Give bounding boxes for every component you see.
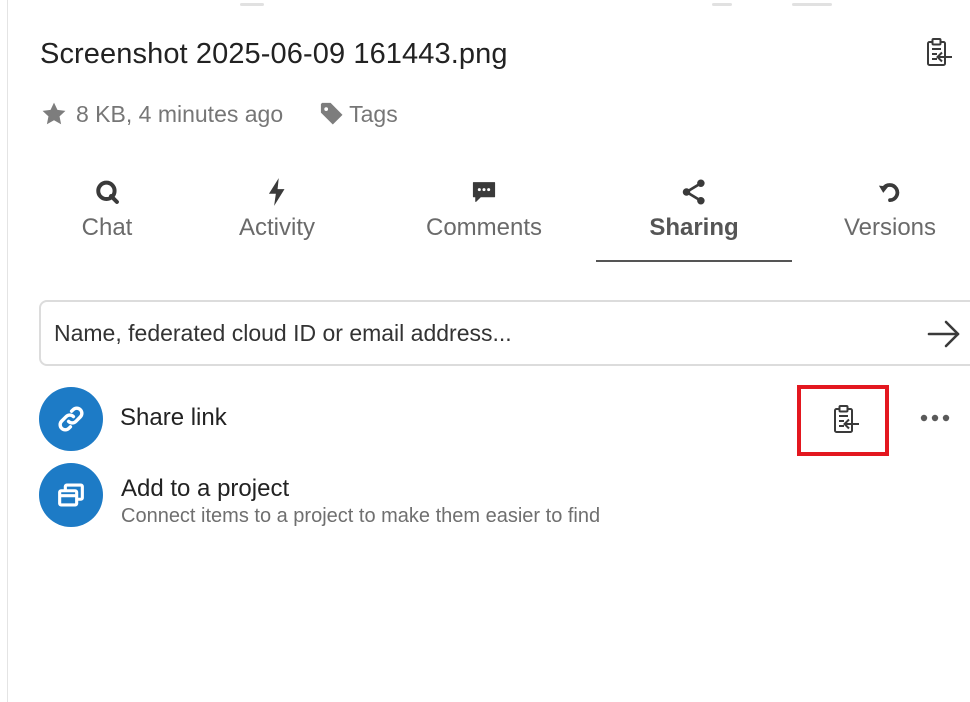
history-icon [874,176,906,208]
title-action-button[interactable] [922,36,956,70]
tab-versions[interactable]: Versions [838,170,942,262]
share-icon [678,176,710,208]
lightning-icon [261,176,293,208]
project-avatar [39,463,103,527]
file-meta-row: 8 KB, 4 minutes ago Tags [40,98,398,130]
clipboard-paste-icon [927,38,952,66]
share-recipient-input[interactable] [41,302,901,364]
sidebar-left-border [7,0,8,702]
share-search-box [39,300,970,366]
share-link-label[interactable]: Share link [120,404,227,432]
copy-link-button[interactable] [815,400,877,440]
clipboard-paste-icon [834,405,859,433]
comment-icon [468,176,500,208]
star-icon [42,102,66,125]
arrow-right-icon [927,320,960,348]
tag-icon [318,100,346,128]
window-stack-icon [58,483,84,507]
chat-icon [91,176,123,208]
share-link-avatar [39,387,103,451]
tab-comments[interactable]: Comments [416,170,552,262]
tab-versions-label: Versions [843,214,937,241]
tab-chat-label: Chat [81,214,133,241]
tab-activity-label: Activity [238,214,315,241]
tab-sharing[interactable]: Sharing [626,170,762,262]
sharing-sidebar: Screenshot 2025-06-09 161443.png 8 KB, 4… [0,0,970,702]
link-icon [58,406,84,432]
tab-chat[interactable]: Chat [66,170,148,262]
add-to-project-title[interactable]: Add to a project [121,475,289,503]
tab-sharing-label: Sharing [649,214,739,241]
tags-label: Tags [349,100,398,127]
tab-activity[interactable]: Activity [226,170,328,262]
sidebar-tabs: Chat Activity Comments Sharing Versions [0,170,970,270]
active-tab-indicator [596,260,792,262]
more-horizontal-icon [920,414,950,422]
share-link-more-button[interactable] [915,403,955,433]
share-submit-button[interactable] [927,317,961,351]
file-size-and-time: 8 KB, 4 minutes ago [76,100,284,127]
add-to-project-subtitle: Connect items to a project to make them … [121,505,601,527]
tab-comments-label: Comments [425,214,543,241]
favorite-star-button[interactable] [40,100,68,128]
tags-button[interactable]: Tags [318,100,398,128]
file-name-title: Screenshot 2025-06-09 161443.png [40,38,508,70]
cropped-top-edge [0,0,970,8]
